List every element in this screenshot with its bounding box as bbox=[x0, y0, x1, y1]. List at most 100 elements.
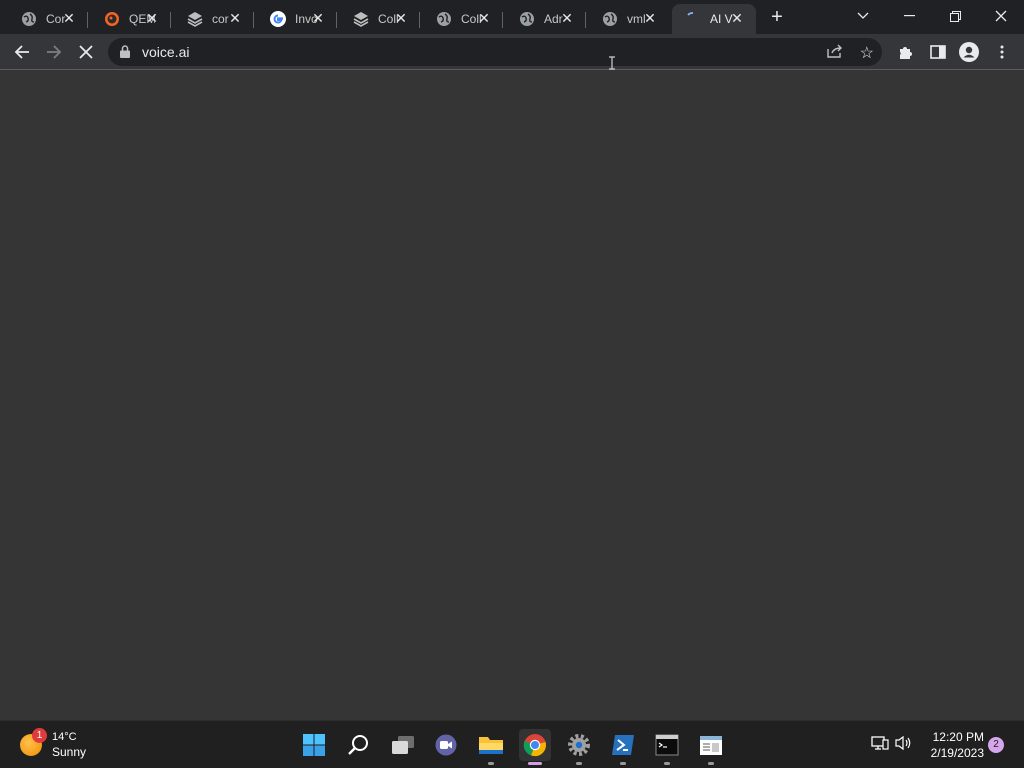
clock-time: 12:20 PM bbox=[932, 730, 984, 744]
sun-icon: 1 bbox=[20, 728, 47, 756]
weather-condition: Sunny bbox=[52, 745, 87, 759]
teams-chat-button[interactable] bbox=[430, 729, 462, 761]
tab-1[interactable]: Cor ✕ bbox=[8, 4, 88, 34]
side-panel-icon bbox=[930, 45, 946, 59]
project-icon bbox=[353, 11, 369, 27]
search-button[interactable] bbox=[342, 729, 374, 761]
gear-icon bbox=[568, 734, 590, 756]
weather-temp: 14°C bbox=[52, 731, 77, 743]
powershell-button[interactable] bbox=[607, 729, 639, 765]
running-indicator bbox=[664, 762, 670, 765]
windows-icon bbox=[303, 734, 325, 756]
task-view-button[interactable] bbox=[387, 729, 419, 761]
text-cursor-icon bbox=[609, 56, 615, 70]
menu-button[interactable] bbox=[988, 38, 1016, 66]
tab-9-active[interactable]: AI V ✕ bbox=[672, 4, 756, 34]
address-bar[interactable]: voice.ai ☆ bbox=[108, 38, 882, 66]
more-vertical-icon bbox=[1000, 45, 1004, 59]
terminal-button[interactable] bbox=[651, 729, 683, 765]
restore-icon bbox=[949, 10, 961, 22]
chrome-button[interactable] bbox=[519, 729, 551, 765]
tab-separator bbox=[419, 12, 420, 28]
close-icon bbox=[995, 10, 1007, 22]
profile-button[interactable] bbox=[955, 38, 983, 66]
tab-2[interactable]: QEM ✕ bbox=[91, 4, 171, 34]
running-indicator bbox=[708, 762, 714, 765]
file-explorer-button[interactable] bbox=[475, 729, 507, 765]
globe-icon bbox=[436, 11, 452, 27]
folder-icon bbox=[479, 737, 503, 754]
notification-badge[interactable]: 2 bbox=[988, 737, 1004, 753]
globe-icon bbox=[602, 11, 618, 27]
powershell-icon bbox=[612, 735, 634, 755]
globe-icon bbox=[519, 11, 535, 27]
notepad-icon bbox=[700, 736, 722, 755]
url-text[interactable]: voice.ai bbox=[142, 44, 189, 60]
tab-separator bbox=[170, 12, 171, 28]
clock-date: 2/19/2023 bbox=[930, 746, 984, 760]
tab-separator bbox=[585, 12, 586, 28]
tab-separator bbox=[336, 12, 337, 28]
stop-icon bbox=[79, 45, 93, 59]
avatar-icon bbox=[959, 42, 979, 62]
tab-7[interactable]: Adr ✕ bbox=[506, 4, 586, 34]
back-button[interactable] bbox=[8, 38, 36, 66]
running-indicator bbox=[620, 762, 626, 765]
project-icon bbox=[187, 11, 203, 27]
close-tab-icon[interactable]: ✕ bbox=[560, 11, 574, 25]
task-view-icon bbox=[392, 736, 414, 754]
minimize-icon bbox=[903, 15, 915, 17]
tab-4[interactable]: Invo ✕ bbox=[257, 4, 337, 34]
volume-icon[interactable] bbox=[895, 735, 913, 756]
extensions-button[interactable] bbox=[892, 38, 920, 66]
taskbar: 1 14°C Sunny 12:20 PM 2/19/2023 2 bbox=[0, 720, 1024, 768]
tab-search-button[interactable] bbox=[840, 0, 886, 32]
screen: Cor ✕ QEM ✕ cor ✕ Invo ✕ Coll ✕ Coll ✕ A… bbox=[0, 0, 1024, 768]
close-tab-icon[interactable]: ✕ bbox=[730, 11, 744, 25]
network-icon[interactable] bbox=[871, 735, 889, 756]
search-icon bbox=[348, 735, 368, 755]
share-icon[interactable] bbox=[826, 43, 844, 64]
tab-8[interactable]: vml ✕ bbox=[589, 4, 669, 34]
clock[interactable]: 12:20 PM 2/19/2023 bbox=[920, 729, 984, 761]
lock-icon bbox=[120, 45, 130, 63]
minimize-button[interactable] bbox=[886, 0, 932, 32]
browser-toolbar: voice.ai ☆ bbox=[0, 34, 1024, 70]
running-indicator bbox=[576, 762, 582, 765]
new-tab-button[interactable]: + bbox=[766, 7, 788, 29]
settings-button[interactable] bbox=[563, 729, 595, 765]
notepad-button[interactable] bbox=[695, 729, 727, 765]
close-tab-icon[interactable]: ✕ bbox=[477, 11, 491, 25]
chrome-icon bbox=[523, 734, 546, 757]
tab-5[interactable]: Coll ✕ bbox=[340, 4, 420, 34]
google-icon bbox=[270, 11, 286, 27]
close-tab-icon[interactable]: ✕ bbox=[643, 11, 657, 25]
tab-strip: Cor ✕ QEM ✕ cor ✕ Invo ✕ Coll ✕ Coll ✕ A… bbox=[0, 0, 1024, 34]
close-tab-icon[interactable]: ✕ bbox=[145, 11, 159, 25]
bookmark-star-icon[interactable]: ☆ bbox=[860, 43, 874, 63]
page-content[interactable] bbox=[0, 71, 1024, 720]
forward-button[interactable] bbox=[40, 38, 68, 66]
puzzle-icon bbox=[900, 47, 912, 59]
tab-separator bbox=[87, 12, 88, 28]
tab-3[interactable]: cor ✕ bbox=[174, 4, 254, 34]
running-indicator bbox=[488, 762, 494, 765]
stop-loading-button[interactable] bbox=[72, 38, 100, 66]
tab-6[interactable]: Coll ✕ bbox=[423, 4, 503, 34]
chevron-down-icon bbox=[857, 12, 869, 19]
restore-button[interactable] bbox=[932, 0, 978, 32]
loading-icon bbox=[685, 11, 701, 27]
close-tab-icon[interactable]: ✕ bbox=[394, 11, 408, 25]
arrow-right-icon bbox=[47, 45, 62, 59]
close-tab-icon[interactable]: ✕ bbox=[62, 11, 76, 25]
side-panel-button[interactable] bbox=[924, 38, 952, 66]
weather-widget[interactable]: 1 14°C Sunny bbox=[20, 728, 87, 761]
tab-separator bbox=[253, 12, 254, 28]
globe-icon bbox=[21, 11, 37, 27]
start-button[interactable] bbox=[298, 729, 330, 761]
close-tab-icon[interactable]: ✕ bbox=[228, 11, 242, 25]
tab-separator bbox=[502, 12, 503, 28]
close-tab-icon[interactable]: ✕ bbox=[311, 11, 325, 25]
close-window-button[interactable] bbox=[978, 0, 1024, 32]
terminal-icon bbox=[655, 734, 679, 756]
